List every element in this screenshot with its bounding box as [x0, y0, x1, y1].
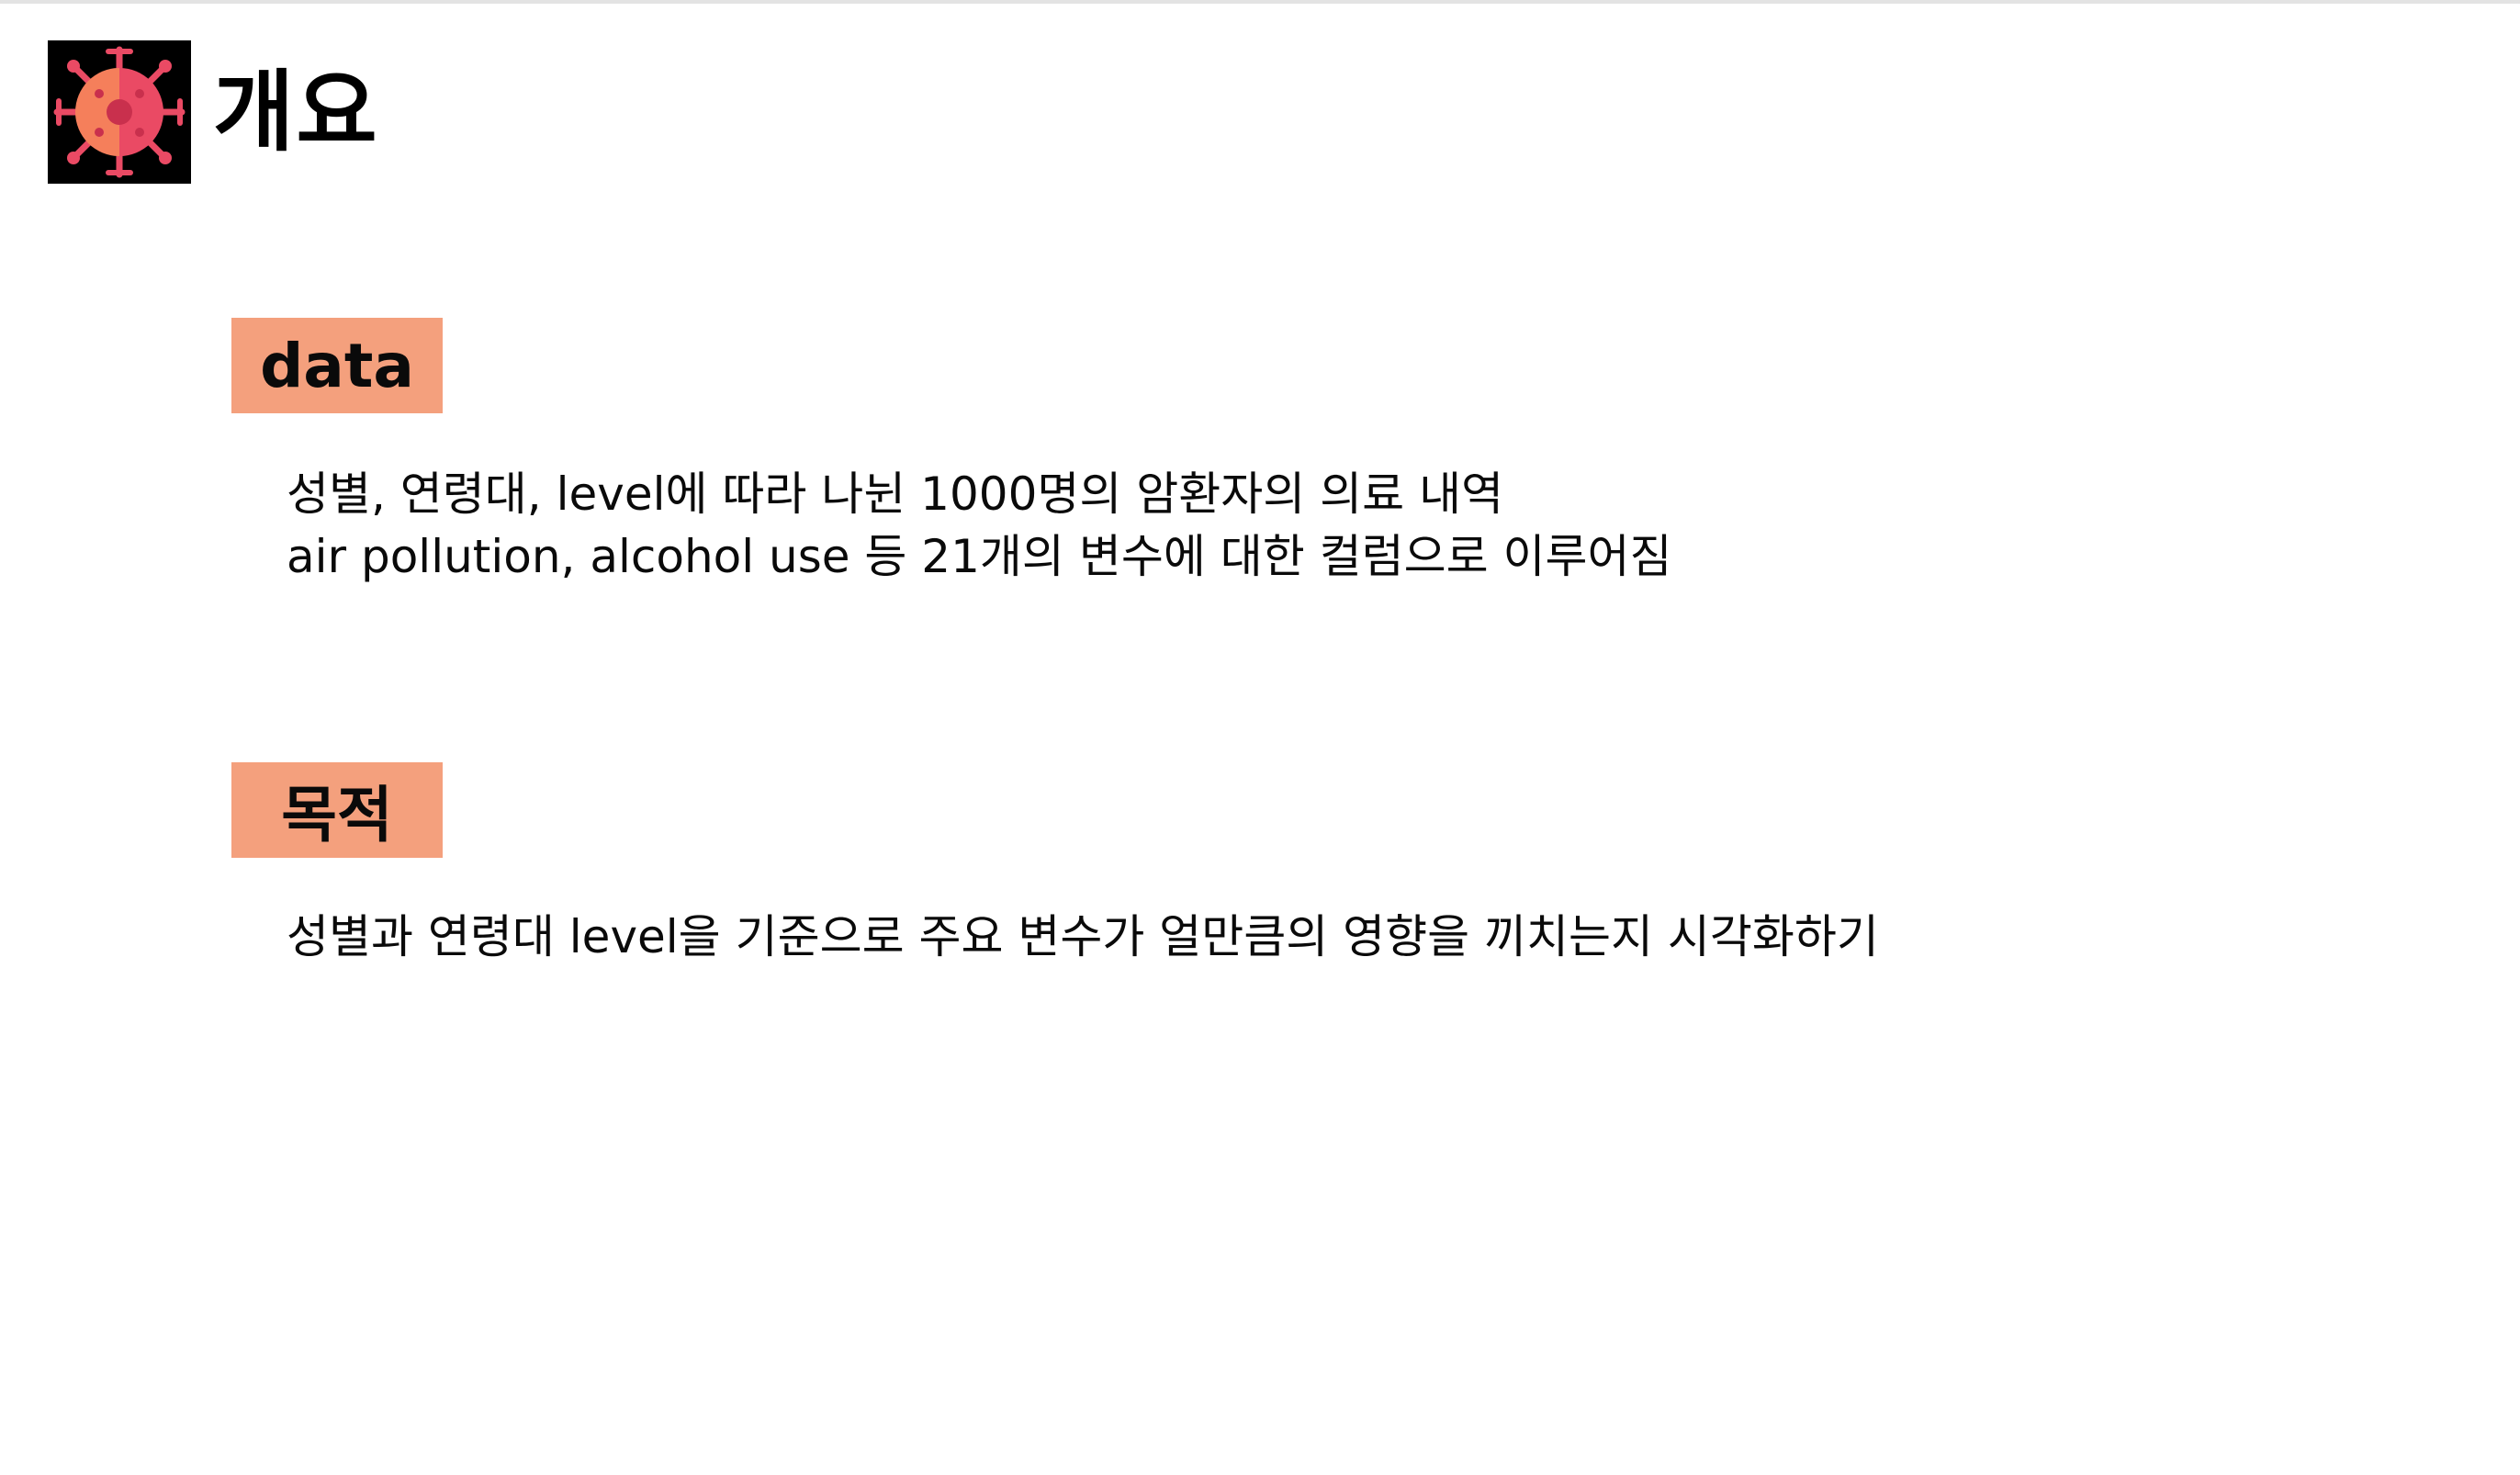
section-label-data: data [231, 318, 443, 413]
data-description-line-1: 성별, 연령대, level에 따라 나뉜 1000명의 암환자의 의료 내역 [287, 467, 1504, 521]
slide: 개요 data 성별, 연령대, level에 따라 나뉜 1000명의 암환자… [0, 0, 2520, 1475]
page-title: 개요 [213, 61, 379, 163]
section-label-purpose: 목적 [231, 762, 443, 858]
virus-icon [48, 40, 191, 184]
data-description-line-2: air pollution, alcohol use 등 21개의 변수에 대한… [287, 530, 1672, 583]
purpose-description: 성별과 연령대 level을 기준으로 주요 변수가 얼만큼의 영향을 끼치는지… [287, 910, 1879, 963]
